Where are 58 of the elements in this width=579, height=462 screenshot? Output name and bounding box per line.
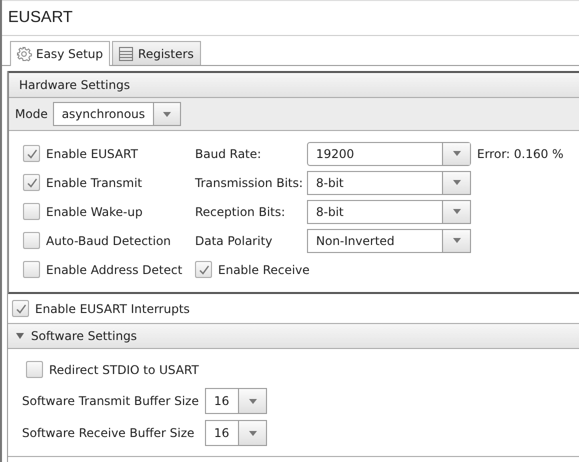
dropdown-field[interactable]: 8-bit: [307, 200, 471, 224]
tab[interactable]: Easy Setup: [10, 41, 110, 66]
checkbox-label: Auto-Baud Detection: [46, 234, 171, 248]
dropdown-button[interactable]: [442, 142, 470, 164]
field-label: Software Receive Buffer Size: [22, 426, 196, 440]
caret-icon: [248, 430, 256, 436]
field-label: Transmission Bits:: [195, 176, 304, 190]
checkbox[interactable]: [26, 361, 43, 378]
dropdown-button[interactable]: [238, 421, 266, 445]
list-icon: [118, 46, 134, 62]
dropdown-button[interactable]: [153, 103, 180, 125]
dropdown-field[interactable]: 19200: [307, 142, 471, 166]
dropdown-button[interactable]: [238, 389, 266, 413]
dropdown-button[interactable]: [442, 172, 470, 194]
checkmark-icon: [14, 302, 26, 314]
checkbox[interactable]: [195, 261, 212, 278]
caret-icon: [452, 209, 460, 214]
dropdown-field[interactable]: 16: [205, 420, 267, 446]
checkbox-label: Enable Transmit: [46, 176, 142, 190]
expand-triangle-icon: [16, 333, 24, 339]
section-title: Hardware Settings: [19, 78, 130, 92]
window-title: EUSART: [8, 9, 73, 27]
section-title: Software Settings: [31, 329, 137, 343]
checkbox[interactable]: [12, 300, 29, 317]
mode-label: Mode: [15, 107, 48, 121]
caret-icon: [452, 151, 460, 156]
checkbox[interactable]: [23, 203, 40, 220]
field-label: Data Polarity: [195, 234, 274, 248]
checkbox-label: Enable Address Detect: [46, 262, 182, 276]
dropdown-field[interactable]: 8-bit: [307, 170, 471, 194]
checkbox-label: Enable EUSART Interrupts: [35, 302, 190, 316]
checkmark-icon: [26, 176, 38, 188]
caret-icon: [452, 180, 460, 185]
checkbox-label: Enable Wake-up: [46, 204, 143, 218]
caret-icon: [452, 238, 460, 243]
dropdown-button[interactable]: [442, 230, 470, 252]
checkbox[interactable]: [23, 261, 40, 278]
field-label: Baud Rate:: [195, 146, 262, 160]
error-text: Error: 0.160 %: [476, 146, 564, 160]
mode-dropdown[interactable]: asynchronous: [52, 102, 181, 126]
gear-icon: [16, 46, 32, 62]
dropdown-field[interactable]: Non-Inverted: [307, 228, 471, 252]
checkbox[interactable]: [23, 174, 40, 191]
caret-icon: [162, 112, 171, 116]
checkbox[interactable]: [23, 232, 40, 249]
section-header[interactable]: Software Settings: [8, 324, 579, 349]
checkbox-label: Enable EUSART: [46, 146, 138, 160]
checkbox[interactable]: [23, 145, 40, 162]
field-label: Reception Bits:: [195, 204, 286, 218]
tab[interactable]: Registers: [112, 41, 201, 65]
dropdown-button[interactable]: [442, 200, 470, 222]
field-label: Software Transmit Buffer Size: [22, 394, 200, 408]
checkbox-label: Enable Receive: [218, 262, 310, 276]
checkmark-icon: [26, 148, 38, 160]
checkbox-label: Redirect STDIO to USART: [49, 362, 199, 376]
checkmark-icon: [198, 264, 210, 276]
caret-icon: [248, 398, 256, 404]
dropdown-field[interactable]: 16: [205, 388, 267, 414]
